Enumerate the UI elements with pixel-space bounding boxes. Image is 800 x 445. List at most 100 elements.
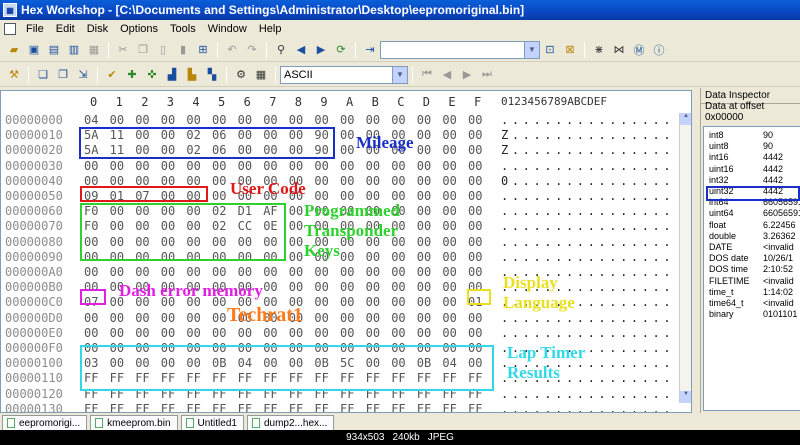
- first-record-icon[interactable]: ⏮: [418, 66, 436, 84]
- hex-byte[interactable]: FF: [391, 387, 405, 401]
- hex-byte[interactable]: 00: [238, 235, 252, 249]
- hex-byte[interactable]: 00: [289, 235, 303, 249]
- hex-byte[interactable]: 00: [110, 295, 124, 309]
- hex-byte[interactable]: 00: [135, 295, 149, 309]
- hex-byte[interactable]: FF: [212, 371, 226, 385]
- hex-byte[interactable]: 00: [468, 189, 482, 203]
- ascii-text[interactable]: ................: [501, 387, 674, 401]
- hex-byte[interactable]: 00: [468, 250, 482, 264]
- hex-byte[interactable]: FF: [161, 387, 175, 401]
- hex-byte[interactable]: 03: [84, 356, 98, 370]
- insert-icon[interactable]: ⊞: [194, 41, 212, 59]
- hex-byte[interactable]: 02: [186, 143, 200, 157]
- ascii-text[interactable]: ................: [501, 204, 674, 218]
- hex-byte[interactable]: 00: [212, 326, 226, 340]
- hex-byte[interactable]: 00: [135, 265, 149, 279]
- calculator-icon[interactable]: ▦: [252, 66, 270, 84]
- hex-byte[interactable]: FF: [289, 371, 303, 385]
- hex-byte[interactable]: FF: [314, 402, 328, 412]
- hex-byte[interactable]: 00: [161, 174, 175, 188]
- hex-byte[interactable]: 00: [468, 113, 482, 127]
- hex-byte[interactable]: 00: [110, 219, 124, 233]
- hex-byte[interactable]: FF: [161, 371, 175, 385]
- hex-byte[interactable]: 00: [442, 219, 456, 233]
- hex-byte[interactable]: 00: [468, 174, 482, 188]
- statistics-icon[interactable]: ▚: [203, 66, 221, 84]
- hex-byte[interactable]: 00: [84, 280, 98, 294]
- hex-byte[interactable]: 00: [468, 326, 482, 340]
- hex-byte[interactable]: 00: [391, 189, 405, 203]
- hex-byte[interactable]: 00: [340, 219, 354, 233]
- find-next-icon[interactable]: ▶: [312, 41, 330, 59]
- hex-byte[interactable]: 00: [186, 174, 200, 188]
- hex-byte[interactable]: 00: [186, 235, 200, 249]
- hex-byte[interactable]: 00: [391, 356, 405, 370]
- inspector-row[interactable]: uint64 66056591: [704, 208, 800, 220]
- hex-byte[interactable]: 00: [340, 311, 354, 325]
- hex-byte[interactable]: FF: [84, 387, 98, 401]
- hex-byte[interactable]: 00: [186, 356, 200, 370]
- save-all-icon[interactable]: ▤: [45, 41, 63, 59]
- hex-byte[interactable]: 00: [366, 341, 380, 355]
- hex-byte[interactable]: FF: [417, 371, 431, 385]
- ascii-text[interactable]: ................: [501, 159, 674, 173]
- hex-byte[interactable]: 00: [263, 174, 277, 188]
- hex-byte[interactable]: 00: [238, 295, 252, 309]
- scroll-up-icon[interactable]: ▲: [680, 113, 691, 125]
- hex-byte[interactable]: 0B: [212, 356, 226, 370]
- hex-byte[interactable]: 00: [212, 235, 226, 249]
- hex-byte[interactable]: 00: [212, 189, 226, 203]
- hex-byte[interactable]: 00: [135, 159, 149, 173]
- hex-byte[interactable]: F0: [84, 204, 98, 218]
- hex-byte[interactable]: 11: [110, 128, 124, 142]
- hex-byte[interactable]: 00: [366, 159, 380, 173]
- hex-byte[interactable]: 00: [110, 174, 124, 188]
- hex-byte[interactable]: 00: [391, 326, 405, 340]
- hex-byte[interactable]: 00: [468, 356, 482, 370]
- hex-byte[interactable]: 00: [442, 159, 456, 173]
- inspector-row[interactable]: float 6.22456: [704, 220, 800, 232]
- menu-disk[interactable]: Disk: [81, 23, 114, 35]
- menu-window[interactable]: Window: [202, 23, 253, 35]
- hex-byte[interactable]: 00: [289, 265, 303, 279]
- hex-byte[interactable]: 00: [417, 128, 431, 142]
- hex-byte[interactable]: 00: [289, 356, 303, 370]
- hex-byte[interactable]: 00: [417, 143, 431, 157]
- hex-byte[interactable]: 00: [263, 189, 277, 203]
- hex-byte[interactable]: 00: [186, 219, 200, 233]
- hex-byte[interactable]: AF: [263, 204, 277, 218]
- hex-byte[interactable]: 00: [366, 326, 380, 340]
- inspector-row[interactable]: time_t 1:14:02: [704, 287, 800, 299]
- hex-byte[interactable]: 0B: [417, 356, 431, 370]
- hex-byte[interactable]: 00: [366, 280, 380, 294]
- hex-byte[interactable]: 00: [263, 295, 277, 309]
- bookmark-list-icon[interactable]: ⊠: [561, 41, 579, 59]
- hex-byte[interactable]: 00: [391, 159, 405, 173]
- hex-byte[interactable]: FF: [110, 387, 124, 401]
- ascii-text[interactable]: ................: [501, 280, 674, 294]
- hex-byte[interactable]: 00: [417, 174, 431, 188]
- hex-byte[interactable]: 00: [84, 235, 98, 249]
- hex-byte[interactable]: 00: [391, 235, 405, 249]
- hex-byte[interactable]: 06: [212, 128, 226, 142]
- hex-byte[interactable]: 00: [340, 159, 354, 173]
- hex-byte[interactable]: 00: [314, 311, 328, 325]
- hex-byte[interactable]: 00: [468, 128, 482, 142]
- hex-byte[interactable]: 00: [468, 235, 482, 249]
- replace-icon[interactable]: ⟳: [332, 41, 350, 59]
- hex-byte[interactable]: FF: [468, 371, 482, 385]
- hex-byte[interactable]: 00: [212, 159, 226, 173]
- hex-byte[interactable]: FF: [314, 371, 328, 385]
- ascii-text[interactable]: ................: [501, 189, 674, 203]
- hex-byte[interactable]: FF: [135, 371, 149, 385]
- hex-byte[interactable]: 00: [238, 250, 252, 264]
- hex-byte[interactable]: 00: [442, 295, 456, 309]
- hex-byte[interactable]: 00: [84, 311, 98, 325]
- hex-byte[interactable]: 00: [161, 235, 175, 249]
- hex-byte[interactable]: 5A: [84, 128, 98, 142]
- hex-byte[interactable]: 00: [417, 189, 431, 203]
- intel-icon[interactable]: ⓘ: [650, 41, 668, 59]
- hex-byte[interactable]: 00: [366, 128, 380, 142]
- hex-byte[interactable]: 00: [340, 250, 354, 264]
- hex-byte[interactable]: 00: [314, 280, 328, 294]
